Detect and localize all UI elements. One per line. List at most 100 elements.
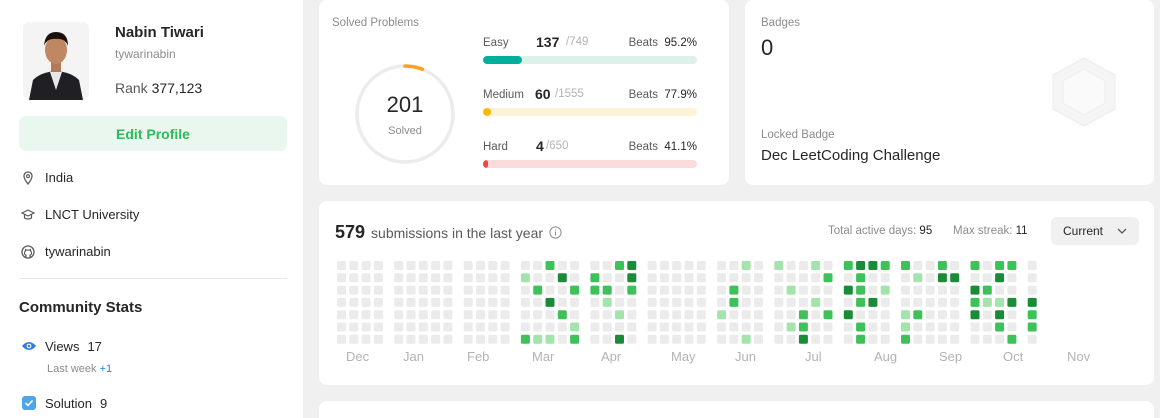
locked-badge-icon[interactable] — [1045, 55, 1123, 129]
heatmap-cell[interactable] — [729, 334, 739, 344]
heatmap-cell[interactable] — [1027, 285, 1037, 295]
heatmap-cell[interactable] — [982, 322, 992, 332]
heatmap-cell[interactable] — [798, 273, 808, 283]
heatmap-cell[interactable] — [811, 285, 821, 295]
heatmap-cell[interactable] — [856, 322, 866, 332]
heatmap-cell[interactable] — [774, 334, 784, 344]
heatmap-cell[interactable] — [520, 297, 530, 307]
heatmap-cell[interactable] — [995, 334, 1005, 344]
heatmap-cell[interactable] — [590, 261, 600, 270]
heatmap-cell[interactable] — [406, 273, 416, 283]
heatmap-cell[interactable] — [1007, 310, 1017, 320]
heatmap-cell[interactable] — [533, 322, 543, 332]
heatmap-cell[interactable] — [406, 310, 416, 320]
heatmap-cell[interactable] — [1007, 334, 1017, 344]
heatmap-cell[interactable] — [627, 285, 637, 295]
heatmap-cell[interactable] — [798, 285, 808, 295]
heatmap-cell[interactable] — [659, 261, 669, 270]
heatmap-cell[interactable] — [901, 285, 910, 295]
heatmap-cell[interactable] — [901, 334, 910, 344]
heatmap-cell[interactable] — [627, 273, 637, 283]
heatmap-cell[interactable] — [418, 261, 428, 270]
heatmap-cell[interactable] — [823, 297, 833, 307]
heatmap-cell[interactable] — [741, 261, 751, 270]
heatmap-cell[interactable] — [570, 322, 580, 332]
heatmap-cell[interactable] — [1027, 334, 1037, 344]
heatmap-cell[interactable] — [672, 273, 682, 283]
heatmap-cell[interactable] — [590, 285, 600, 295]
heatmap-cell[interactable] — [684, 334, 694, 344]
heatmap-cell[interactable] — [1027, 261, 1037, 270]
heatmap-cell[interactable] — [488, 285, 498, 295]
heatmap-cell[interactable] — [431, 273, 441, 283]
heatmap-cell[interactable] — [500, 297, 510, 307]
heatmap-cell[interactable] — [615, 334, 624, 344]
heatmap-cell[interactable] — [868, 261, 878, 270]
heatmap-cell[interactable] — [647, 285, 657, 295]
heatmap-cell[interactable] — [361, 334, 371, 344]
heatmap-cell[interactable] — [476, 334, 485, 344]
heatmap-cell[interactable] — [570, 273, 580, 283]
heatmap-cell[interactable] — [696, 273, 706, 283]
heatmap-cell[interactable] — [925, 297, 935, 307]
heatmap-cell[interactable] — [615, 273, 624, 283]
heatmap-cell[interactable] — [880, 310, 890, 320]
heatmap-cell[interactable] — [431, 261, 441, 270]
heatmap-cell[interactable] — [811, 334, 821, 344]
heatmap-cell[interactable] — [901, 273, 910, 283]
heatmap-cell[interactable] — [647, 310, 657, 320]
heatmap-cell[interactable] — [373, 310, 383, 320]
heatmap-cell[interactable] — [717, 297, 727, 307]
heatmap-cell[interactable] — [488, 334, 498, 344]
heatmap-cell[interactable] — [684, 273, 694, 283]
heatmap-cell[interactable] — [798, 297, 808, 307]
heatmap-cell[interactable] — [533, 285, 543, 295]
heatmap-cell[interactable] — [1007, 297, 1017, 307]
heatmap-cell[interactable] — [774, 310, 784, 320]
heatmap-cell[interactable] — [880, 273, 890, 283]
heatmap-cell[interactable] — [913, 273, 923, 283]
heatmap-cell[interactable] — [937, 261, 947, 270]
heatmap-cell[interactable] — [754, 297, 763, 307]
heatmap-cell[interactable] — [901, 297, 910, 307]
heatmap-cell[interactable] — [925, 334, 935, 344]
heatmap-cell[interactable] — [970, 322, 980, 332]
heatmap-cell[interactable] — [533, 310, 543, 320]
heatmap-cell[interactable] — [901, 261, 910, 270]
heatmap-cell[interactable] — [361, 322, 371, 332]
heatmap-cell[interactable] — [463, 273, 473, 283]
heatmap-cell[interactable] — [1007, 261, 1017, 270]
heatmap-cell[interactable] — [823, 261, 833, 270]
heatmap-cell[interactable] — [615, 285, 624, 295]
heatmap-cell[interactable] — [443, 261, 453, 270]
avatar[interactable] — [23, 22, 89, 100]
heatmap-cell[interactable] — [463, 322, 473, 332]
heatmap-cell[interactable] — [798, 261, 808, 270]
heatmap-cell[interactable] — [995, 273, 1005, 283]
heatmap-cell[interactable] — [349, 322, 359, 332]
heatmap-cell[interactable] — [786, 273, 796, 283]
heatmap-cell[interactable] — [995, 310, 1005, 320]
heatmap-cell[interactable] — [880, 297, 890, 307]
heatmap-cell[interactable] — [570, 310, 580, 320]
year-select[interactable]: Current — [1051, 217, 1139, 245]
heatmap-cell[interactable] — [406, 322, 416, 332]
heatmap-cell[interactable] — [373, 285, 383, 295]
heatmap-cell[interactable] — [545, 261, 555, 270]
heatmap-cell[interactable] — [950, 261, 960, 270]
heatmap-cell[interactable] — [443, 310, 453, 320]
heatmap-cell[interactable] — [925, 285, 935, 295]
heatmap-cell[interactable] — [754, 285, 763, 295]
heatmap-cell[interactable] — [647, 334, 657, 344]
heatmap-cell[interactable] — [361, 273, 371, 283]
heatmap-cell[interactable] — [463, 334, 473, 344]
heatmap-cell[interactable] — [443, 334, 453, 344]
heatmap-cell[interactable] — [337, 297, 346, 307]
heatmap-cell[interactable] — [349, 310, 359, 320]
heatmap-cell[interactable] — [349, 261, 359, 270]
heatmap-cell[interactable] — [533, 334, 543, 344]
heatmap-cell[interactable] — [995, 297, 1005, 307]
heatmap-cell[interactable] — [913, 261, 923, 270]
heatmap-cell[interactable] — [672, 310, 682, 320]
heatmap-cell[interactable] — [786, 285, 796, 295]
